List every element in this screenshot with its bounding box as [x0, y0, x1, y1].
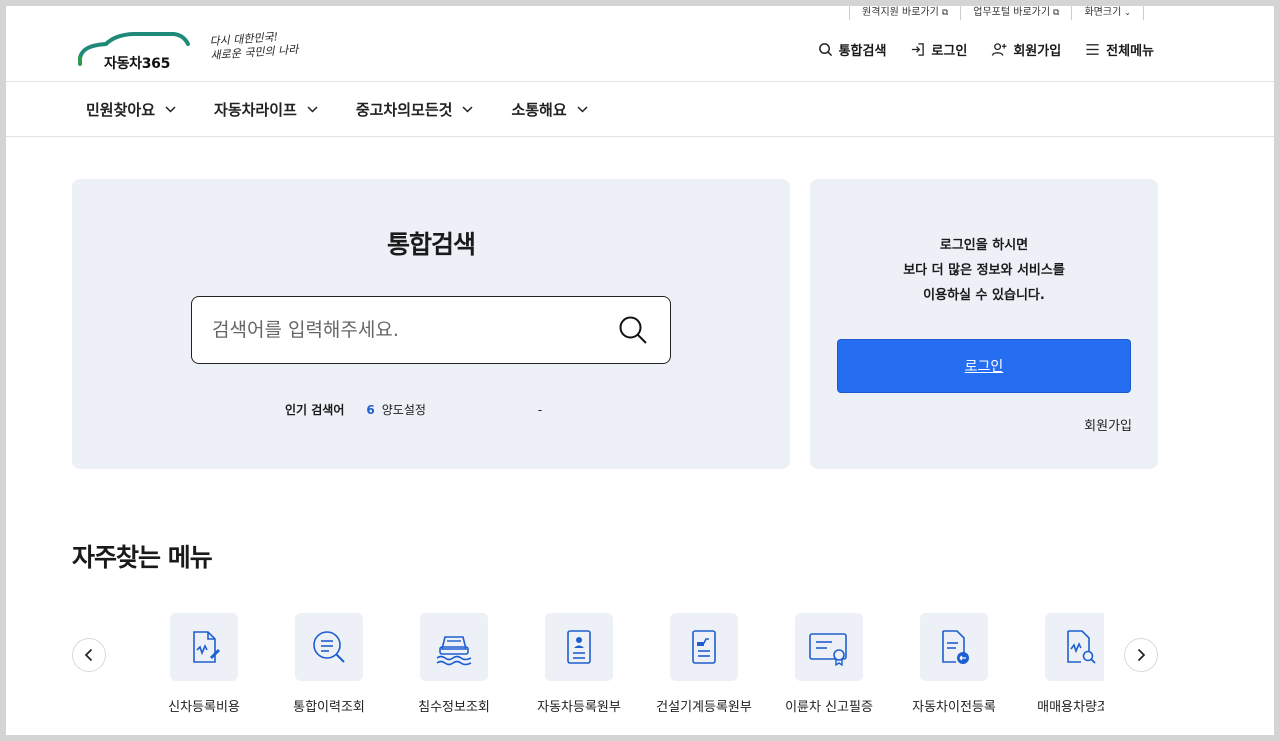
chevron-down-icon — [165, 106, 176, 113]
search-title: 통합검색 — [386, 230, 476, 259]
page-frame: 원격지원 바로가기 ⧉ 업무포털 바로가기 ⧉ 화면크기 ⌄ 자동차365 다시… — [6, 6, 1274, 735]
header-utility-menu: 통합검색 로그인 회원가입 전체메뉴 — [818, 40, 1154, 59]
quick-menu-flood-info[interactable]: 침수정보조회 — [394, 613, 514, 715]
slogan: 다시 대한민국! 새로운 국민의 나라 — [209, 29, 301, 63]
all-menu-button[interactable]: 전체메뉴 — [1085, 40, 1154, 59]
quick-menu-history[interactable]: 통합이력조회 — [269, 613, 389, 715]
quick-menu-label: 통합이력조회 — [293, 700, 365, 715]
popular-keyword-link[interactable]: 양도설정 — [382, 401, 426, 418]
login-button[interactable]: 로그인 — [837, 339, 1131, 393]
chevron-right-icon — [1137, 648, 1146, 662]
quick-menu-icon-box — [295, 613, 363, 681]
popular-extra: - — [537, 402, 543, 417]
utility-bar: 원격지원 바로가기 ⧉ 업무포털 바로가기 ⧉ 화면크기 ⌄ — [849, 6, 1144, 20]
quick-menu-dealer-car-search[interactable]: 매매용차량조회 — [1019, 613, 1104, 715]
search-input[interactable] — [212, 311, 592, 349]
certificate-icon — [809, 633, 847, 667]
quick-menu-icon-box — [420, 613, 488, 681]
popular-keywords: 인기 검색어 6 양도설정 - — [285, 401, 542, 418]
join-header-label: 회원가입 — [1013, 44, 1062, 59]
integrated-search-label: 통합검색 — [838, 44, 887, 59]
chevron-down-icon — [307, 106, 318, 113]
login-icon — [912, 43, 925, 56]
search-panel: 통합검색 인기 검색어 6 양도설정 - — [72, 179, 790, 469]
quick-menu-new-car-cost[interactable]: 신차등록비용 — [144, 613, 264, 715]
carousel-next-button[interactable] — [1124, 638, 1158, 672]
login-message-line-3: 이용하실 수 있습니다. — [923, 288, 1045, 303]
search-icon — [818, 43, 832, 57]
nav-item-label: 민원찾아요 — [86, 101, 156, 119]
all-menu-label: 전체메뉴 — [1106, 44, 1154, 59]
quick-menu-car-register[interactable]: 자동차등록원부 — [519, 613, 639, 715]
quick-menu-icon-box — [545, 613, 613, 681]
hamburger-icon — [1086, 44, 1099, 55]
external-link-icon: ⧉ — [941, 7, 949, 18]
header: 자동차365 다시 대한민국! 새로운 국민의 나라 통합검색 로그인 회원가입… — [6, 20, 1274, 82]
nav-item-label: 중고차의모든것 — [355, 101, 453, 119]
transfer-document-icon — [942, 630, 969, 664]
frequent-menu-title: 자주찾는 메뉴 — [72, 543, 213, 572]
join-link[interactable]: 회원가입 — [1084, 415, 1132, 434]
carousel-prev-button[interactable] — [72, 638, 106, 672]
flooded-car-icon — [436, 636, 472, 666]
join-header-button[interactable]: 회원가입 — [991, 40, 1061, 59]
font-size-label: 화면크기 — [1084, 7, 1122, 18]
external-link-icon: ⧉ — [1053, 7, 1060, 18]
document-search-icon — [1067, 630, 1096, 664]
quick-menu-label: 침수정보조회 — [418, 700, 490, 715]
quick-menu-label: 매매용차량조회 — [1037, 700, 1104, 715]
search-box — [191, 296, 671, 364]
user-plus-icon — [992, 43, 1007, 56]
nav-item-label: 자동차라이프 — [214, 101, 297, 119]
login-header-label: 로그인 — [931, 44, 968, 59]
login-message-line-1: 로그인을 하시면 — [939, 238, 1029, 253]
main-nav: 민원찾아요 자동차라이프 중고차의모든것 소통해요 — [6, 83, 1274, 137]
quick-menu-label: 자동차이전등록 — [912, 700, 996, 715]
quick-menu-label: 건설기계등록원부 — [656, 700, 752, 715]
font-size-dropdown[interactable]: 화면크기 ⌄ — [1071, 6, 1144, 20]
quick-menu-transfer-register[interactable]: 자동차이전등록 — [894, 613, 1014, 715]
login-header-button[interactable]: 로그인 — [910, 40, 967, 59]
login-message-line-2: 보다 더 많은 정보와 서비스를 — [903, 263, 1065, 278]
logo-text: 자동차365 — [104, 56, 171, 72]
quick-menu-icon-box — [1045, 613, 1104, 681]
login-message: 로그인을 하시면 보다 더 많은 정보와 서비스를 이용하실 수 있습니다. — [810, 233, 1158, 308]
quick-menu-motorcycle-cert[interactable]: 이륜차 신고필증 — [769, 613, 889, 715]
work-portal-link[interactable]: 업무포털 바로가기 ⧉ — [960, 6, 1071, 20]
quick-menu-label: 신차등록비용 — [168, 700, 240, 715]
nav-item-communication[interactable]: 소통해요 — [511, 99, 588, 120]
integrated-search-button[interactable]: 통합검색 — [818, 40, 887, 59]
quick-menu-icon-box — [670, 613, 738, 681]
document-sign-icon — [193, 631, 220, 663]
nav-item-used-car[interactable]: 중고차의모든것 — [356, 99, 474, 120]
nav-item-civil[interactable]: 민원찾아요 — [86, 99, 176, 120]
nav-item-label: 소통해요 — [511, 101, 567, 119]
quick-menu-icon-box — [920, 613, 988, 681]
search-document-icon — [313, 631, 345, 663]
quick-menu-label: 자동차등록원부 — [537, 700, 621, 715]
work-portal-label: 업무포털 바로가기 — [973, 7, 1051, 18]
construction-document-icon — [692, 630, 716, 664]
chevron-down-icon — [462, 106, 473, 113]
popular-label: 인기 검색어 — [285, 403, 345, 417]
chevron-down-icon — [577, 106, 588, 113]
chevron-left-icon — [84, 648, 93, 662]
chevron-down-icon: ⌄ — [1124, 8, 1131, 17]
quick-menu-icon-box — [170, 613, 238, 681]
frequent-menu-carousel: 신차등록비용 통합이력조회 침수정보조회 자동차등록원부 건설기계등록원부 이륜… — [144, 613, 1104, 723]
popular-rank: 6 — [366, 402, 375, 417]
quick-menu-icon-box — [795, 613, 863, 681]
quick-menu-label: 이륜차 신고필증 — [785, 700, 873, 715]
nav-item-car-life[interactable]: 자동차라이프 — [214, 99, 318, 120]
search-icon[interactable] — [618, 315, 648, 345]
remote-support-link[interactable]: 원격지원 바로가기 ⧉ — [849, 6, 960, 20]
remote-support-label: 원격지원 바로가기 — [862, 7, 939, 18]
quick-menu-construction-register[interactable]: 건설기계등록원부 — [644, 613, 764, 715]
login-panel: 로그인을 하시면 보다 더 많은 정보와 서비스를 이용하실 수 있습니다. 로… — [810, 179, 1158, 469]
id-document-icon — [567, 630, 591, 664]
